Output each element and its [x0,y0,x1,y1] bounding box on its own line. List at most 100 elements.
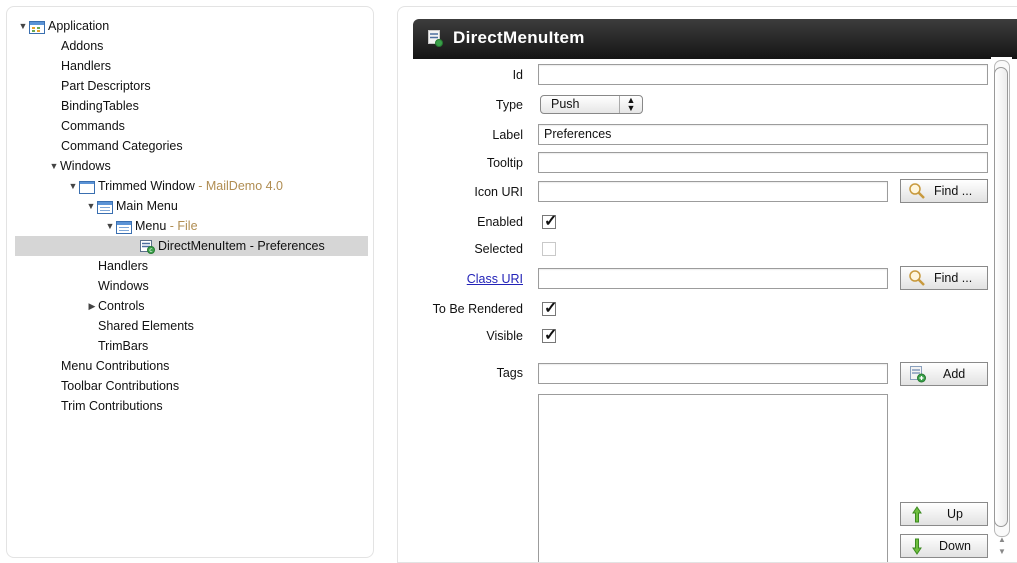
checkmark-icon: ✓ [544,327,558,344]
tree-item-trimmed-window[interactable]: ▼ Trimmed Window - MailDemo 4.0 [7,176,373,196]
tree-item-label: Menu Contributions [61,359,170,373]
expand-triangle-icon[interactable]: ▼ [18,16,28,36]
enabled-checkbox[interactable]: ✓ [542,213,557,230]
id-input[interactable] [538,64,988,85]
tree-item-application[interactable]: ▼ Application [7,16,373,36]
application-icon [29,20,45,34]
find-button-label: Find ... [934,271,973,285]
tags-label: Tags [496,366,523,380]
id-label: Id [512,68,523,82]
tree-item-label: Trimmed Window [98,179,195,193]
tree-item-label: Addons [61,39,104,53]
direct-menu-item-icon: c [139,239,155,254]
expand-triangle-icon[interactable]: ▼ [68,176,78,196]
svg-text:c: c [149,247,152,254]
tree-item-label: Part Descriptors [61,79,151,93]
tree-item-shared-elements[interactable]: Shared Elements [7,316,373,336]
scrollbar-thumb[interactable] [994,67,1008,527]
tree-item-addons[interactable]: Addons [7,36,373,56]
tree-item-toolbar-contributions[interactable]: Toolbar Contributions [7,376,373,396]
to-be-rendered-checkbox[interactable]: ✓ [542,300,557,317]
tree-item-trimbars[interactable]: TrimBars [7,336,373,356]
tree-item-label: Windows [60,159,111,173]
tree-item-menu-file[interactable]: ▼ Menu - File [7,216,373,236]
tree-item-binding-tables[interactable]: BindingTables [7,96,373,116]
tree-item-direct-menu-item[interactable]: c DirectMenuItem - Preferences [15,236,368,256]
icon-uri-label: Icon URI [474,185,523,199]
selected-label: Selected [474,242,523,256]
tree-item-label: Commands [61,119,125,133]
scroll-down-arrow-icon[interactable]: ▼ [996,547,1008,556]
tree-item-command-categories[interactable]: Command Categories [7,136,373,156]
tree-item-label: Menu [135,219,167,233]
to-be-rendered-label: To Be Rendered [432,302,523,316]
up-button-label: Up [947,507,963,521]
enabled-label: Enabled [477,215,523,229]
tree-item-label: Handlers [61,59,112,73]
arrow-down-icon [912,538,922,562]
add-button-label: Add [943,367,966,381]
expand-triangle-icon[interactable]: ▼ [49,156,59,176]
checkmark-icon: ✓ [544,213,558,230]
tree-item-menu-contributions[interactable]: Menu Contributions [7,356,373,376]
element-editor-panel: DirectMenuItem Id Type Label Tooltip Ico… [397,6,1017,563]
vertical-scrollbar[interactable]: ▲ ▼ [991,57,1012,562]
tree-item-label: Trim Contributions [61,399,163,413]
tree-item-label: Toolbar Contributions [61,379,180,393]
tree-item-commands[interactable]: Commands [7,116,373,136]
tree-item-trim-contributions[interactable]: Trim Contributions [7,396,373,416]
tree-item-handlers[interactable]: Handlers [7,56,373,76]
class-uri-input[interactable] [538,268,888,289]
menu-icon [116,220,132,234]
tree-item-label: Shared Elements [98,319,194,333]
tree-item-suffix: - File [166,219,198,233]
class-uri-find-button[interactable]: Find ... [900,266,988,290]
icon-uri-input[interactable] [538,181,888,202]
label-input[interactable]: Preferences [538,124,988,145]
visible-checkbox[interactable]: ✓ [542,327,557,344]
form-labels: Id Type Label Tooltip Icon URI Enabled S… [398,7,523,562]
tree-item-label: Controls [98,299,145,313]
scroll-up-arrow-icon[interactable]: ▲ [996,535,1008,544]
tree-item-suffix: - MailDemo 4.0 [194,179,284,193]
move-down-button[interactable]: Down [900,534,988,558]
visible-label: Visible [486,329,523,343]
add-tag-button[interactable]: Add [900,362,988,386]
down-button-label: Down [939,539,971,553]
tree-item-label: Command Categories [61,139,183,153]
tree-item-part-descriptors[interactable]: Part Descriptors [7,76,373,96]
move-up-button[interactable]: Up [900,502,988,526]
tags-list[interactable] [538,394,888,562]
type-select[interactable]: Push ▲ ▼ [540,95,643,114]
icon-uri-find-button[interactable]: Find ... [900,179,988,203]
collapsed-triangle-icon[interactable]: ▶ [87,296,97,316]
find-button-label: Find ... [934,184,973,198]
magnifier-icon [908,182,926,207]
add-icon [909,366,927,390]
tree-item-windows[interactable]: ▼ Windows [7,156,373,176]
tree-item-windows-window[interactable]: Windows [7,276,373,296]
tree-item-label: Handlers [98,259,149,273]
selected-checkbox[interactable] [542,242,556,256]
class-uri-link[interactable]: Class URI [467,269,523,289]
type-select-value: Push [551,97,580,111]
tree-item-main-menu[interactable]: ▼ Main Menu [7,196,373,216]
tree-item-label: TrimBars [98,339,149,353]
menu-icon [97,200,113,214]
label-label: Label [492,128,523,142]
tags-input[interactable] [538,363,888,384]
tree-item-label: DirectMenuItem - Preferences [158,239,325,253]
expand-triangle-icon[interactable]: ▼ [86,196,96,216]
tooltip-input[interactable] [538,152,988,173]
tree-item-handlers-window[interactable]: Handlers [7,256,373,276]
tree-item-label: BindingTables [61,99,139,113]
model-tree-panel: ▼ Application Addons Handlers Part Descr… [6,6,374,558]
tree-item-label: Application [48,19,110,33]
updown-arrows-icon: ▲ ▼ [619,96,642,113]
arrow-up-icon [912,506,922,530]
window-icon [79,180,95,194]
expand-triangle-icon[interactable]: ▼ [105,216,115,236]
magnifier-icon [908,269,926,294]
tree-item-controls[interactable]: ▶ Controls [7,296,373,316]
checkmark-icon: ✓ [544,300,558,317]
